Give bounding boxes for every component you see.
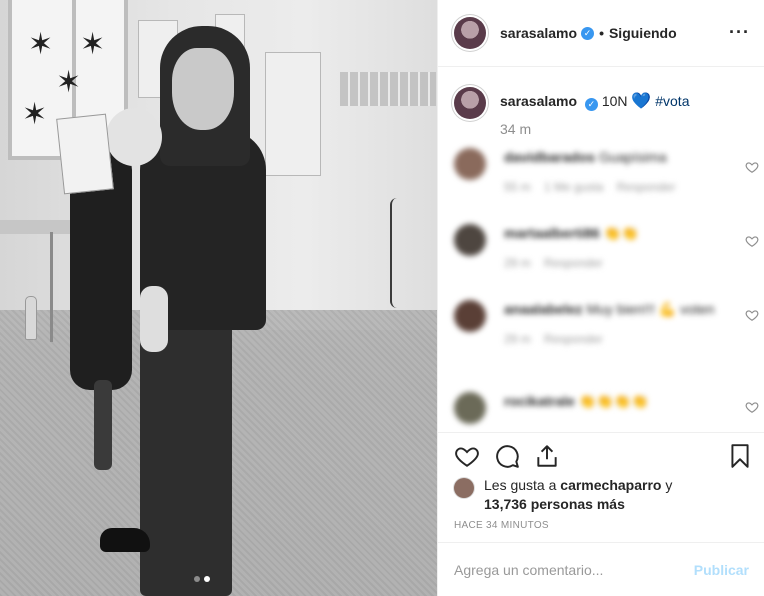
post-photo[interactable]: ✶ ✶ ✶ ✶: [0, 0, 437, 596]
caption-body: 10N: [601, 93, 628, 109]
following-button[interactable]: Siguiendo: [609, 25, 677, 41]
comment-text: Guapísima: [598, 149, 667, 165]
comment-heart-icon[interactable]: [745, 400, 759, 414]
water-bottle: [25, 296, 37, 340]
paper-star-decoration: ✶: [80, 28, 106, 61]
reply-button[interactable]: Responder: [544, 332, 603, 346]
comment-item: davidbarados Guapísima 55 m 1 Me gusta R…: [438, 140, 764, 216]
caption-timestamp: 34 m: [500, 121, 532, 137]
child-leg: [94, 380, 112, 470]
comment-username[interactable]: davidbarados: [504, 149, 595, 165]
paper-star-decoration: ✶: [56, 66, 82, 99]
author-avatar[interactable]: [454, 17, 486, 49]
carousel-dot-active[interactable]: [204, 576, 210, 582]
baby-leg: [140, 286, 168, 352]
comment-heart-icon[interactable]: [745, 160, 759, 174]
comment-text: Muy bien!!! 💪 voten: [586, 301, 715, 317]
author-username[interactable]: sarasalamo: [500, 25, 577, 41]
verified-icon: ✓: [584, 98, 598, 111]
publish-button[interactable]: Publicar: [694, 562, 749, 578]
comment-meta: 29 m Responder: [504, 256, 749, 270]
comment-text: 👏👏: [603, 225, 639, 241]
hashtag-link[interactable]: #vota: [655, 93, 689, 109]
carousel-dot[interactable]: [194, 576, 200, 582]
comment-avatar[interactable]: [454, 392, 486, 424]
separator: •: [599, 25, 604, 41]
action-bar: [438, 432, 764, 476]
wall-cable: [390, 198, 404, 308]
caption: sarasalamo ✓ 10N 💙 #vota: [438, 67, 764, 119]
comment-item: martaalberti86 👏👏 29 m Responder: [438, 216, 764, 292]
liker-username[interactable]: carmechaparro: [560, 477, 661, 493]
comment-avatar[interactable]: [454, 300, 486, 332]
woman-face: [172, 48, 234, 130]
post-side-panel: sarasalamo ✓ • Siguiendo ··· sarasalamo …: [437, 0, 764, 596]
likes-prefix: Les gusta a: [484, 477, 557, 493]
liker-avatar[interactable]: [454, 478, 474, 498]
ballot-envelope: [56, 113, 114, 195]
comment-meta: 55 m 1 Me gusta Responder: [504, 180, 749, 194]
verified-icon: ✓: [581, 26, 595, 40]
comment-list: davidbarados Guapísima 55 m 1 Me gusta R…: [438, 140, 764, 430]
post-timestamp[interactable]: HACE 34 MINUTOS: [454, 520, 549, 531]
comment-time: 29 m: [504, 332, 531, 346]
comment-avatar[interactable]: [454, 224, 486, 256]
bookmark-icon[interactable]: [727, 443, 753, 469]
comment-heart-icon[interactable]: [745, 308, 759, 322]
likes-summary: Les gusta a carmechaparro y 13,736 perso…: [454, 476, 754, 514]
reply-button[interactable]: Responder: [544, 256, 603, 270]
likes-connector: y: [665, 477, 673, 493]
comment-username[interactable]: anaalabelez: [504, 301, 583, 317]
comment-item: anaalabelez Muy bien!!! 💪 voten 29 m Res…: [438, 292, 764, 384]
comment-icon[interactable]: [494, 443, 520, 469]
comment-username[interactable]: rocikatrale: [504, 393, 575, 409]
share-icon[interactable]: [534, 443, 560, 469]
paper-star-decoration: ✶: [28, 28, 54, 61]
caption-username[interactable]: sarasalamo: [500, 93, 577, 109]
add-comment-bar: Publicar: [438, 542, 764, 596]
wall-chart: [265, 52, 321, 176]
comment-heart-icon[interactable]: [745, 234, 759, 248]
comment-avatar[interactable]: [454, 148, 486, 180]
likes-count[interactable]: 13,736: [484, 496, 527, 512]
school-table: [0, 220, 80, 234]
paper-star-decoration: ✶: [22, 98, 48, 131]
comment-text: 👏👏👏👏: [578, 393, 649, 409]
caption-avatar[interactable]: [454, 87, 486, 119]
caption-text: sarasalamo ✓ 10N 💙 #vota: [500, 85, 689, 119]
comment-like-count[interactable]: 1 Me gusta: [544, 180, 603, 194]
comment-time: 55 m: [504, 180, 531, 194]
comment-input[interactable]: [454, 561, 694, 578]
wall-calendar: [340, 72, 436, 106]
shoe: [100, 528, 150, 552]
comment-time: 29 m: [504, 256, 531, 270]
table-leg: [50, 232, 53, 342]
carousel-indicator: [194, 576, 210, 582]
comment-username[interactable]: martaalberti86: [504, 225, 600, 241]
comment-item: rocikatrale 👏👏👏👏: [438, 384, 764, 430]
more-icon[interactable]: ···: [729, 22, 750, 43]
likes-suffix[interactable]: personas más: [531, 496, 625, 512]
blue-heart-emoji: 💙: [631, 93, 652, 110]
baby-head: [106, 108, 162, 166]
reply-button[interactable]: Responder: [617, 180, 676, 194]
comment-meta: 29 m Responder: [504, 332, 749, 346]
heart-icon[interactable]: [454, 443, 480, 469]
post-header: sarasalamo ✓ • Siguiendo ···: [438, 0, 764, 67]
